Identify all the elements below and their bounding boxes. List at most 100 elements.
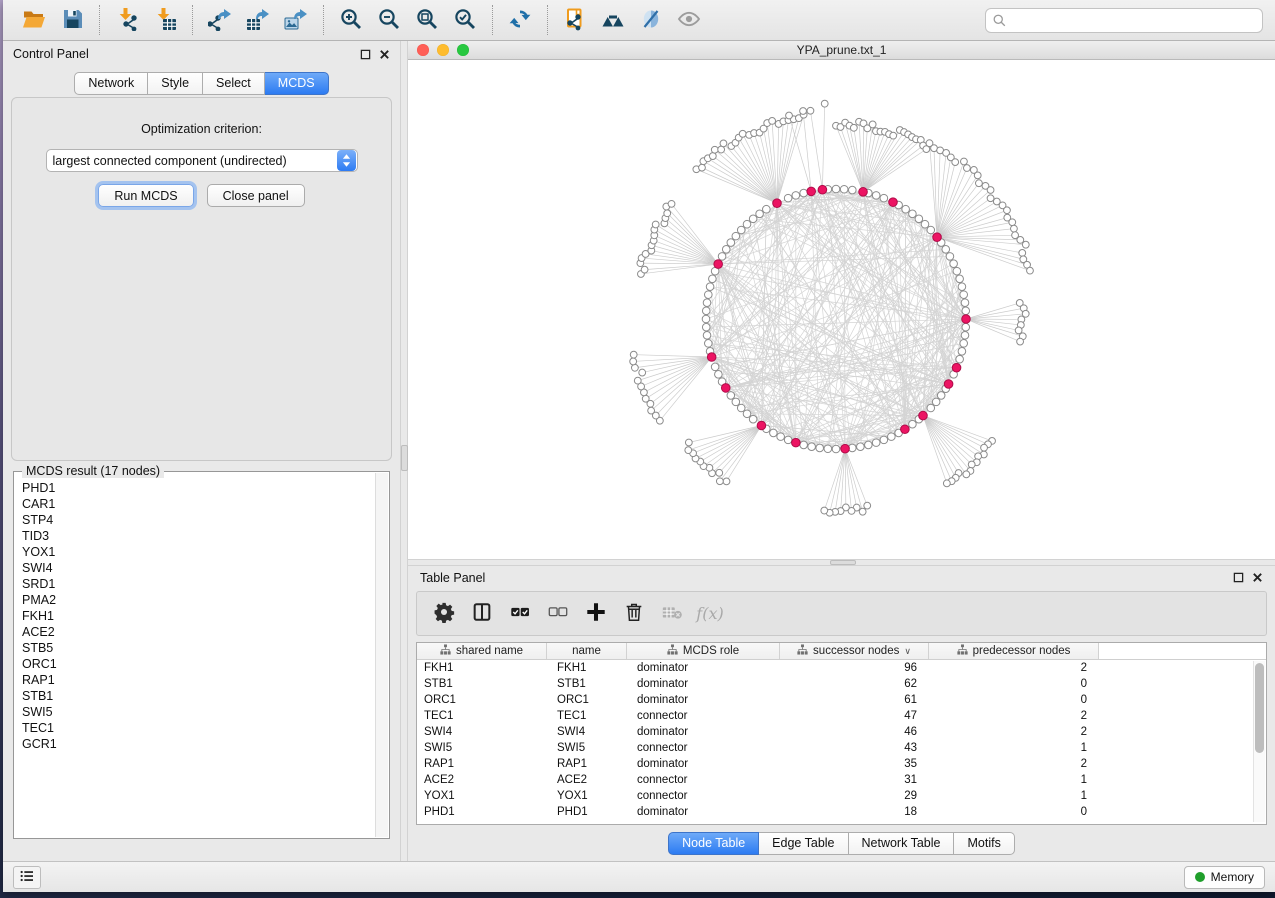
graph-node[interactable] (770, 429, 778, 437)
graph-leaf-node[interactable] (685, 439, 692, 446)
table-cell[interactable]: 62 (780, 676, 929, 692)
graph-leaf-node[interactable] (800, 108, 807, 115)
graph-node[interactable] (777, 433, 785, 441)
graph-hub-node[interactable] (933, 233, 942, 242)
graph-leaf-node[interactable] (648, 407, 655, 414)
zoom-selected-region-button[interactable] (450, 5, 480, 35)
graph-node[interactable] (743, 410, 751, 418)
mcds-result-item[interactable]: STB1 (22, 688, 368, 704)
mcds-result-item[interactable]: STB5 (22, 640, 368, 656)
zoom-in-button[interactable] (336, 5, 366, 35)
table-cell[interactable]: ACE2 (417, 772, 547, 788)
function-builder-button[interactable]: f(x) (695, 599, 725, 629)
vertical-splitter[interactable] (400, 41, 408, 861)
graph-node[interactable] (956, 355, 964, 363)
graph-leaf-node[interactable] (1027, 267, 1034, 274)
graph-node[interactable] (749, 215, 757, 223)
graph-node[interactable] (942, 246, 950, 254)
mcds-result-item[interactable]: ACE2 (22, 624, 368, 640)
export-image-button[interactable] (281, 5, 311, 35)
table-cell[interactable]: connector (627, 740, 780, 756)
window-minimize-button[interactable] (437, 44, 449, 56)
graph-node[interactable] (946, 253, 954, 261)
graph-leaf-node[interactable] (739, 130, 746, 137)
graph-node[interactable] (722, 246, 730, 254)
table-cell[interactable]: 61 (780, 692, 929, 708)
show-hide-columns-button[interactable] (467, 599, 497, 629)
column-header-name[interactable]: name (547, 643, 627, 659)
graph-node[interactable] (703, 331, 711, 339)
graph-node[interactable] (702, 307, 710, 315)
table-cell[interactable]: 31 (780, 772, 929, 788)
mcds-result-item[interactable]: ORC1 (22, 656, 368, 672)
table-cell[interactable]: connector (627, 772, 780, 788)
table-cell[interactable]: 0 (929, 676, 1099, 692)
table-cell[interactable]: 29 (780, 788, 929, 804)
table-cell[interactable]: dominator (627, 676, 780, 692)
graph-node[interactable] (956, 275, 964, 283)
graph-leaf-node[interactable] (1017, 338, 1024, 345)
graph-hub-node[interactable] (792, 438, 801, 447)
mcds-result-item[interactable]: RAP1 (22, 672, 368, 688)
column-header-MCDS-role[interactable]: MCDS role (627, 643, 780, 659)
graph-node[interactable] (909, 420, 917, 428)
zoom-fit-content-button[interactable] (412, 5, 442, 35)
table-scrollbar[interactable] (1253, 661, 1265, 822)
table-cell[interactable]: ORC1 (417, 692, 547, 708)
hide-graphics-details-button[interactable] (636, 5, 666, 35)
memory-button[interactable]: Memory (1184, 866, 1265, 889)
graph-leaf-node[interactable] (943, 480, 950, 487)
graph-hub-node[interactable] (818, 185, 827, 194)
table-cell[interactable]: YOX1 (547, 788, 627, 804)
table-row[interactable]: TEC1TEC1connector472 (417, 708, 1266, 724)
table-cell[interactable]: TEC1 (417, 708, 547, 724)
graph-leaf-node[interactable] (634, 377, 641, 384)
table-cell[interactable]: TEC1 (547, 708, 627, 724)
graph-node[interactable] (958, 283, 966, 291)
table-row[interactable]: ORC1ORC1dominator610 (417, 692, 1266, 708)
table-cell[interactable]: dominator (627, 724, 780, 740)
graph-node[interactable] (927, 226, 935, 234)
graph-node[interactable] (937, 392, 945, 400)
graph-leaf-node[interactable] (652, 221, 659, 228)
graph-node[interactable] (953, 267, 961, 275)
import-table-from-file-button[interactable] (150, 5, 180, 35)
graph-leaf-node[interactable] (1009, 219, 1016, 226)
graph-leaf-node[interactable] (1015, 327, 1022, 334)
table-row[interactable]: YOX1YOX1connector291 (417, 788, 1266, 804)
graph-leaf-node[interactable] (716, 469, 723, 476)
graph-node[interactable] (705, 340, 713, 348)
graph-leaf-node[interactable] (850, 124, 857, 131)
graph-leaf-node[interactable] (963, 471, 970, 478)
graph-node[interactable] (800, 189, 808, 197)
graph-leaf-node[interactable] (821, 507, 828, 514)
horizontal-splitter[interactable] (408, 559, 1275, 566)
table-cell[interactable]: SWI4 (547, 724, 627, 740)
mcds-result-item[interactable]: STP4 (22, 512, 368, 528)
table-cell[interactable]: 0 (929, 692, 1099, 708)
mcds-result-item[interactable]: CAR1 (22, 496, 368, 512)
graph-hub-node[interactable] (757, 421, 766, 430)
graph-leaf-node[interactable] (769, 117, 776, 124)
table-cell[interactable]: 35 (780, 756, 929, 772)
graph-node[interactable] (888, 433, 896, 441)
table-cell[interactable]: 47 (780, 708, 929, 724)
tab-node-table[interactable]: Node Table (668, 832, 759, 855)
table-cell[interactable]: ORC1 (547, 692, 627, 708)
table-cell[interactable]: 0 (929, 804, 1099, 820)
graph-leaf-node[interactable] (869, 121, 876, 128)
graph-node[interactable] (921, 220, 929, 228)
graph-node[interactable] (800, 441, 808, 449)
graph-leaf-node[interactable] (1022, 241, 1029, 248)
table-row[interactable]: SWI4SWI4dominator462 (417, 724, 1266, 740)
graph-leaf-node[interactable] (864, 502, 871, 509)
graph-leaf-node[interactable] (974, 172, 981, 179)
graph-leaf-node[interactable] (987, 187, 994, 194)
new-column-button[interactable] (581, 599, 611, 629)
graph-leaf-node[interactable] (631, 364, 638, 371)
tab-network[interactable]: Network (74, 72, 148, 95)
graph-node[interactable] (702, 323, 710, 331)
vertical-splitter-grip[interactable] (401, 445, 408, 471)
mcds-result-item[interactable]: YOX1 (22, 544, 368, 560)
graph-leaf-node[interactable] (639, 369, 646, 376)
